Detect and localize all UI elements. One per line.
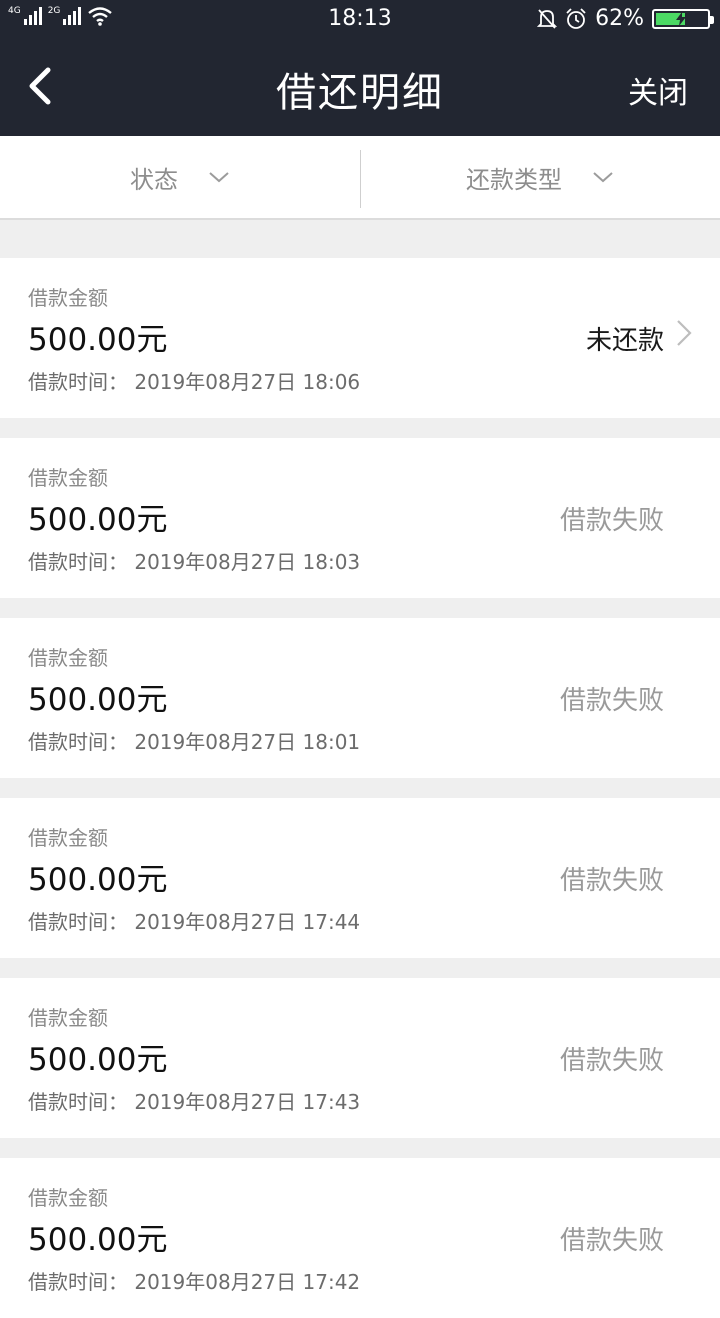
loan-time-value: 2019年08月27日 17:43 bbox=[134, 1090, 361, 1114]
loan-record-item[interactable]: 借款金额 500.00元 借款时间： 2019年08月27日 18:01 借款失… bbox=[0, 618, 720, 778]
loan-record-item[interactable]: 借款金额 500.00元 借款时间： 2019年08月27日 17:43 借款失… bbox=[0, 978, 720, 1138]
close-button[interactable]: 关闭 bbox=[628, 68, 688, 112]
chevron-down-icon bbox=[209, 172, 229, 183]
loan-time-value: 2019年08月27日 18:03 bbox=[134, 550, 361, 574]
chevron-right-icon[interactable] bbox=[674, 318, 694, 348]
mute-bell-icon bbox=[537, 8, 558, 29]
status-bar-right: 62% bbox=[537, 6, 714, 31]
amount-value: 500.00元 bbox=[28, 1042, 168, 1078]
filter-repay-type-label: 还款类型 bbox=[466, 165, 562, 194]
amount-label: 借款金额 bbox=[28, 1006, 108, 1030]
battery-percent: 62% bbox=[595, 6, 644, 31]
filter-status-label: 状态 bbox=[130, 165, 178, 194]
amount-label: 借款金额 bbox=[28, 1186, 108, 1210]
loan-time: 借款时间： 2019年08月27日 18:06 bbox=[28, 366, 360, 395]
loan-time: 借款时间： 2019年08月27日 18:03 bbox=[28, 546, 360, 575]
loan-time-label: 借款时间： bbox=[28, 370, 128, 394]
loan-time-label: 借款时间： bbox=[28, 1270, 128, 1294]
loan-record-list: 借款金额 500.00元 借款时间： 2019年08月27日 18:06 未还款… bbox=[0, 220, 720, 1318]
amount-label: 借款金额 bbox=[28, 826, 108, 850]
status-badge: 未还款 bbox=[585, 326, 664, 356]
loan-record-item[interactable]: 借款金额 500.00元 借款时间： 2019年08月27日 17:42 借款失… bbox=[0, 1158, 720, 1318]
battery-charging-icon bbox=[652, 8, 714, 29]
status-badge: 借款失败 bbox=[559, 1226, 664, 1256]
status-badge: 借款失败 bbox=[559, 506, 664, 536]
loan-time-label: 借款时间： bbox=[28, 910, 128, 934]
loan-record-item[interactable]: 借款金额 500.00元 借款时间： 2019年08月27日 17:44 借款失… bbox=[0, 798, 720, 958]
amount-label: 借款金额 bbox=[28, 646, 108, 670]
chevron-down-icon bbox=[593, 172, 613, 183]
loan-record-item[interactable]: 借款金额 500.00元 借款时间： 2019年08月27日 18:03 借款失… bbox=[0, 438, 720, 598]
loan-time: 借款时间： 2019年08月27日 17:44 bbox=[28, 906, 360, 935]
filter-bar: 状态 还款类型 bbox=[0, 136, 720, 220]
loan-time-label: 借款时间： bbox=[28, 1090, 128, 1114]
status-badge: 借款失败 bbox=[559, 866, 664, 896]
loan-time-label: 借款时间： bbox=[28, 550, 128, 574]
amount-label: 借款金额 bbox=[28, 286, 108, 310]
loan-time-value: 2019年08月27日 18:06 bbox=[134, 370, 361, 394]
loan-time-value: 2019年08月27日 17:44 bbox=[134, 910, 361, 934]
loan-time-value: 2019年08月27日 18:01 bbox=[134, 730, 361, 754]
loan-time: 借款时间： 2019年08月27日 17:42 bbox=[28, 1266, 360, 1295]
amount-value: 500.00元 bbox=[28, 1222, 168, 1258]
loan-time: 借款时间： 2019年08月27日 18:01 bbox=[28, 726, 360, 755]
filter-divider bbox=[360, 150, 361, 208]
amount-value: 500.00元 bbox=[28, 682, 168, 718]
filter-repay-type-dropdown[interactable]: 还款类型 bbox=[360, 136, 720, 218]
amount-value: 500.00元 bbox=[28, 502, 168, 538]
amount-label: 借款金额 bbox=[28, 466, 108, 490]
amount-value: 500.00元 bbox=[28, 322, 168, 358]
amount-value: 500.00元 bbox=[28, 862, 168, 898]
loan-record-item[interactable]: 借款金额 500.00元 借款时间： 2019年08月27日 18:06 未还款 bbox=[0, 258, 720, 418]
loan-time-value: 2019年08月27日 17:42 bbox=[134, 1270, 361, 1294]
nav-bar: 借还明细 关闭 bbox=[0, 36, 720, 136]
loan-time: 借款时间： 2019年08月27日 17:43 bbox=[28, 1086, 360, 1115]
alarm-clock-icon bbox=[566, 7, 586, 29]
status-bar: 4G 2G 18:13 62% bbox=[0, 0, 720, 36]
status-badge: 借款失败 bbox=[559, 1046, 664, 1076]
status-badge: 借款失败 bbox=[559, 686, 664, 716]
filter-status-dropdown[interactable]: 状态 bbox=[0, 136, 360, 218]
page-title: 借还明细 bbox=[276, 70, 444, 116]
loan-time-label: 借款时间： bbox=[28, 730, 128, 754]
